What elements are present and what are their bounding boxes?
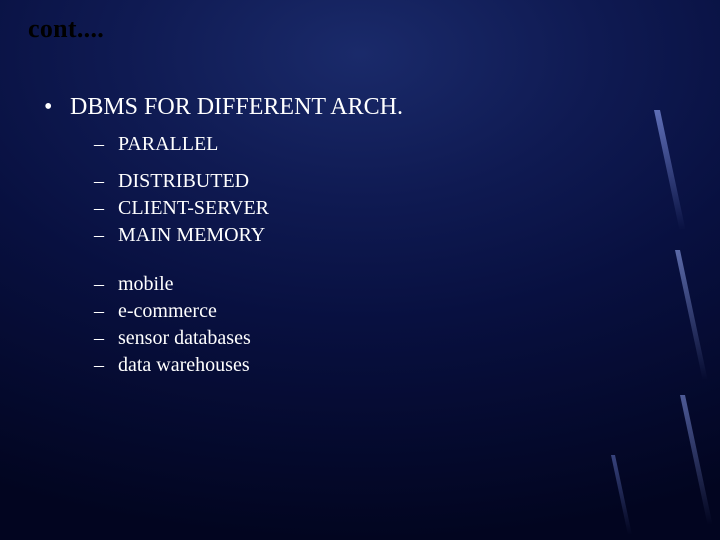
list-item: e-commerce — [118, 298, 692, 325]
list-item: CLIENT-SERVER — [118, 195, 692, 222]
bullet-list-level1: DBMS FOR DIFFERENT ARCH. PARALLEL DISTRI… — [28, 94, 692, 379]
main-bullet-text: DBMS FOR DIFFERENT ARCH. — [70, 94, 403, 120]
list-item: MAIN MEMORY — [118, 222, 692, 249]
bullet-group-1: PARALLEL — [70, 131, 692, 158]
bullet-group-2: DISTRIBUTED CLIENT-SERVER MAIN MEMORY — [70, 168, 692, 249]
slide: cont.... DBMS FOR DIFFERENT ARCH. PARALL… — [0, 0, 720, 540]
list-item: DISTRIBUTED — [118, 168, 692, 195]
list-item: sensor databases — [118, 325, 692, 352]
bullet-group-3: mobile e-commerce sensor databases data … — [70, 271, 692, 379]
main-bullet: DBMS FOR DIFFERENT ARCH. PARALLEL DISTRI… — [70, 94, 692, 379]
slide-title: cont.... — [28, 14, 692, 44]
list-item: mobile — [118, 271, 692, 298]
list-item: data warehouses — [118, 352, 692, 379]
list-item: PARALLEL — [118, 131, 692, 158]
